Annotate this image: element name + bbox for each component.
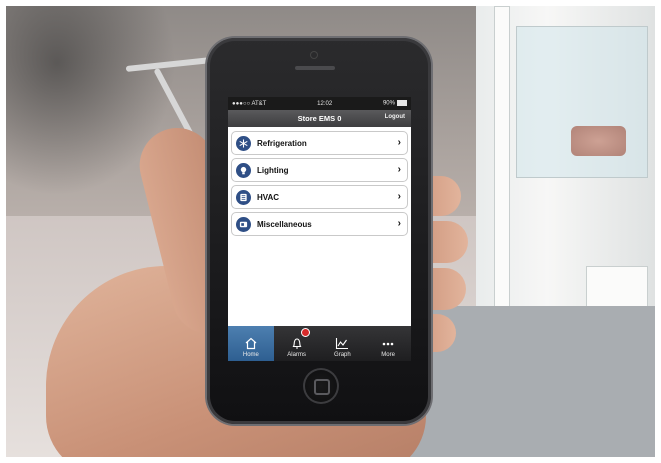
snowflake-icon [236, 135, 251, 151]
chevron-right-icon: › [397, 191, 401, 202]
alarm-badge [300, 328, 310, 337]
status-bar: ●●●○○ AT&T 12:02 90% [228, 97, 411, 110]
chevron-right-icon: › [397, 164, 401, 175]
app-screen: ●●●○○ AT&T 12:02 90% Store EMS 0 Logout … [228, 97, 411, 361]
carrier-label: ●●●○○ AT&T [232, 100, 267, 107]
battery-indicator: 90% [383, 100, 407, 107]
page-title: Store EMS 0 [297, 114, 342, 123]
menu-item-label: Lighting [257, 165, 289, 175]
bell-icon [292, 338, 302, 349]
tab-label: Home [242, 352, 259, 358]
tab-label: Graph [334, 352, 351, 358]
battery-percent: 90% [382, 100, 395, 107]
home-button[interactable] [303, 368, 339, 404]
chevron-right-icon: › [397, 218, 401, 229]
hvac-icon [236, 189, 251, 205]
menu-item-refrigeration[interactable]: Refrigeration › [231, 131, 408, 155]
chevron-right-icon: › [397, 137, 401, 148]
tab-label: More [381, 352, 395, 358]
battery-icon [396, 100, 407, 107]
menu-item-miscellaneous[interactable]: Miscellaneous › [231, 212, 408, 236]
tab-graph[interactable]: Graph [320, 326, 366, 361]
menu-item-label: Refrigeration [257, 138, 307, 148]
tab-label: Alarms [287, 352, 306, 358]
menu-item-hvac[interactable]: HVAC › [231, 185, 408, 209]
meat-package [571, 126, 626, 156]
menu-item-lighting[interactable]: Lighting › [231, 158, 408, 182]
nav-bar: Store EMS 0 Logout [228, 110, 411, 127]
more-icon [382, 342, 394, 346]
lightbulb-icon [236, 162, 251, 178]
graph-icon [336, 338, 349, 350]
clock: 12:02 [317, 100, 333, 107]
logout-button[interactable]: Logout [385, 114, 405, 120]
menu-list: Refrigeration › Lighting › HVAC › Miscel… [228, 127, 411, 236]
home-button-square-icon [314, 379, 330, 395]
tab-bar: Home Alarms Graph More [228, 326, 411, 361]
earpiece-speaker [295, 66, 335, 70]
menu-item-label: HVAC [257, 192, 280, 202]
misc-icon [236, 216, 251, 232]
tab-alarms[interactable]: Alarms [274, 326, 320, 361]
home-icon [245, 337, 257, 350]
menu-item-label: Miscellaneous [257, 219, 312, 229]
front-camera [311, 52, 317, 58]
tab-home[interactable]: Home [228, 326, 274, 361]
tab-more[interactable]: More [365, 326, 411, 361]
